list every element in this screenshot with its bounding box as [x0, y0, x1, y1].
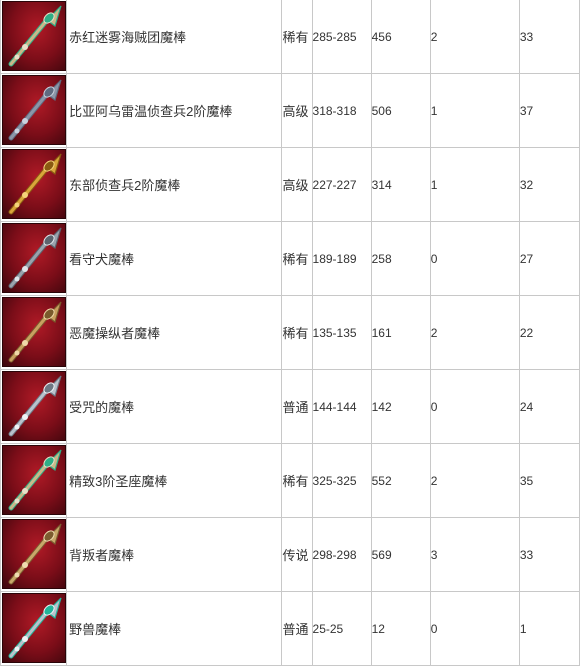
item-slot: 0: [429, 369, 520, 444]
item-value: 258: [370, 221, 431, 296]
wand-table-body: 赤红迷雾海贼团魔棒 稀有 285-285 456 2 33 比亚阿乌雷温侦查兵2…: [0, 0, 580, 666]
item-name: 比亚阿乌雷温侦查兵2阶魔棒: [66, 73, 283, 148]
item-level: 32: [518, 147, 580, 222]
table-row: 野兽魔棒 普通 25-25 12 0 1: [0, 591, 580, 666]
item-value: 506: [370, 73, 431, 148]
item-damage: 285-285: [311, 0, 372, 74]
leaf-blade-wand-icon: [2, 519, 66, 589]
item-slot: 2: [429, 0, 520, 74]
table-row: 赤红迷雾海贼团魔棒 稀有 285-285 456 2 33: [0, 0, 580, 74]
item-name: 赤红迷雾海贼团魔棒: [66, 0, 283, 74]
bronze-scepter-wand-icon: [2, 297, 66, 367]
green-crystal-blade-wand-icon: [2, 593, 66, 663]
item-name: 精致3阶圣座魔棒: [66, 443, 283, 518]
icon-cell: [0, 73, 68, 148]
item-damage: 144-144: [311, 369, 372, 444]
item-level: 33: [518, 0, 580, 74]
item-damage: 189-189: [311, 221, 372, 296]
item-slot: 2: [429, 443, 520, 518]
icon-cell: [0, 369, 68, 444]
item-rarity: 稀有: [281, 443, 313, 518]
item-rarity: 稀有: [281, 295, 313, 370]
wand-table: 赤红迷雾海贼团魔棒 稀有 285-285 456 2 33 比亚阿乌雷温侦查兵2…: [0, 0, 580, 666]
item-slot: 3: [429, 517, 520, 592]
item-value: 142: [370, 369, 431, 444]
item-value: 314: [370, 147, 431, 222]
item-name: 恶魔操纵者魔棒: [66, 295, 283, 370]
item-level: 27: [518, 221, 580, 296]
item-name: 看守犬魔棒: [66, 221, 283, 296]
item-level: 1: [518, 591, 580, 666]
item-name: 野兽魔棒: [66, 591, 283, 666]
item-name: 受咒的魔棒: [66, 369, 283, 444]
item-value: 569: [370, 517, 431, 592]
item-value: 161: [370, 295, 431, 370]
item-slot: 2: [429, 295, 520, 370]
item-rarity: 普通: [281, 591, 313, 666]
item-slot: 1: [429, 73, 520, 148]
table-row: 恶魔操纵者魔棒 稀有 135-135 161 2 22: [0, 295, 580, 370]
item-level: 35: [518, 443, 580, 518]
item-rarity: 传说: [281, 517, 313, 592]
icon-cell: [0, 295, 68, 370]
icon-cell: [0, 221, 68, 296]
icon-cell: [0, 443, 68, 518]
item-damage: 135-135: [311, 295, 372, 370]
table-row: 看守犬魔棒 稀有 189-189 258 0 27: [0, 221, 580, 296]
item-rarity: 普通: [281, 369, 313, 444]
table-row: 背叛者魔棒 传说 298-298 569 3 33: [0, 517, 580, 592]
icon-cell: [0, 147, 68, 222]
item-damage: 325-325: [311, 443, 372, 518]
ornate-spear-wand-icon: [2, 445, 66, 515]
item-value: 552: [370, 443, 431, 518]
item-value: 456: [370, 0, 431, 74]
item-level: 37: [518, 73, 580, 148]
item-name: 背叛者魔棒: [66, 517, 283, 592]
item-rarity: 稀有: [281, 221, 313, 296]
item-damage: 298-298: [311, 517, 372, 592]
icon-cell: [0, 517, 68, 592]
item-rarity: 高级: [281, 147, 313, 222]
item-name: 东部侦查兵2阶魔棒: [66, 147, 283, 222]
green-gem-spear-wand-icon: [2, 1, 66, 71]
table-row: 比亚阿乌雷温侦查兵2阶魔棒 高级 318-318 506 1 37: [0, 73, 580, 148]
item-rarity: 稀有: [281, 0, 313, 74]
golden-lion-wand-icon: [2, 149, 66, 219]
icon-cell: [0, 591, 68, 666]
table-row: 东部侦查兵2阶魔棒 高级 227-227 314 1 32: [0, 147, 580, 222]
item-value: 12: [370, 591, 431, 666]
item-level: 33: [518, 517, 580, 592]
item-damage: 318-318: [311, 73, 372, 148]
stone-lion-wand-icon: [2, 75, 66, 145]
table-row: 受咒的魔棒 普通 144-144 142 0 24: [0, 369, 580, 444]
icon-cell: [0, 0, 68, 74]
item-slot: 0: [429, 221, 520, 296]
item-damage: 227-227: [311, 147, 372, 222]
item-slot: 0: [429, 591, 520, 666]
item-level: 24: [518, 369, 580, 444]
item-slot: 1: [429, 147, 520, 222]
item-rarity: 高级: [281, 73, 313, 148]
item-level: 22: [518, 295, 580, 370]
item-damage: 25-25: [311, 591, 372, 666]
compass-orb-wand-icon: [2, 223, 66, 293]
table-row: 精致3阶圣座魔棒 稀有 325-325 552 2 35: [0, 443, 580, 518]
silver-trident-wand-icon: [2, 371, 66, 441]
